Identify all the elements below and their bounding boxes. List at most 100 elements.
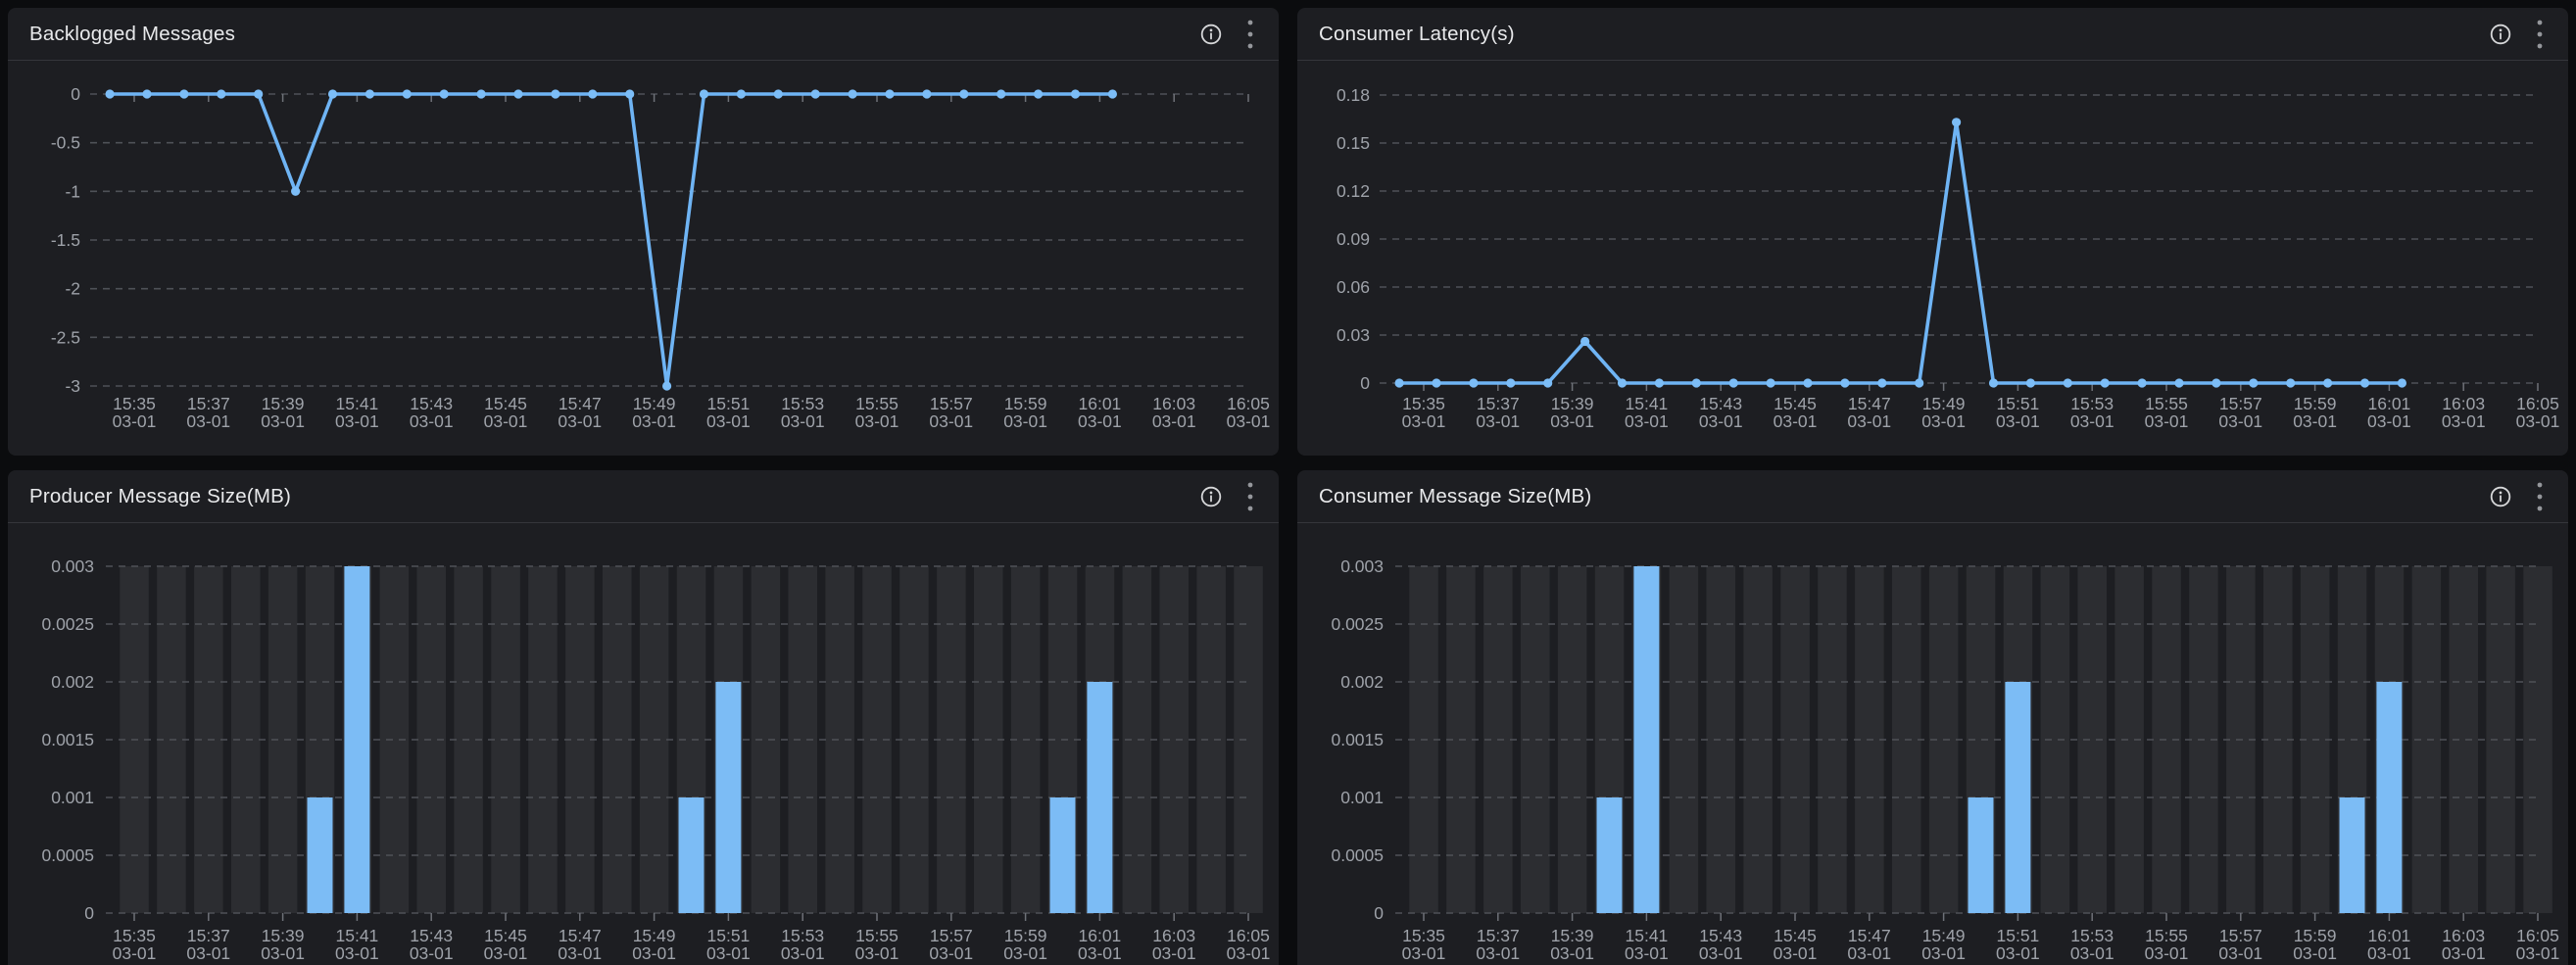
svg-text:03-01: 03-01 [484,411,528,431]
svg-text:15:35: 15:35 [1402,394,1445,413]
svg-text:0.001: 0.001 [51,788,94,807]
svg-text:03-01: 03-01 [1996,411,2040,431]
svg-text:15:45: 15:45 [1774,926,1817,945]
kebab-menu-icon[interactable] [2527,22,2552,47]
svg-text:15:39: 15:39 [262,394,305,413]
svg-text:15:43: 15:43 [1699,926,1742,945]
svg-text:03-01: 03-01 [261,943,305,963]
panel-header: Backlogged Messages [8,8,1279,61]
svg-text:15:59: 15:59 [2294,926,2337,945]
svg-text:15:39: 15:39 [1551,394,1594,413]
svg-text:16:05: 16:05 [2516,394,2559,413]
svg-text:03-01: 03-01 [855,411,899,431]
panel-header-actions [1198,22,1263,47]
svg-text:03-01: 03-01 [1078,411,1122,431]
svg-text:03-01: 03-01 [1003,411,1047,431]
svg-text:03-01: 03-01 [1699,943,1743,963]
svg-text:0.18: 0.18 [1337,85,1370,105]
svg-text:03-01: 03-01 [113,411,157,431]
chart-backlogged-messages[interactable]: 0-0.5-1-1.5-2-2.5-315:3503-0115:3703-011… [8,62,1279,456]
svg-text:03-01: 03-01 [1476,943,1520,963]
svg-text:03-01: 03-01 [1774,943,1818,963]
svg-text:0.002: 0.002 [1340,672,1384,692]
svg-text:03-01: 03-01 [781,411,825,431]
svg-text:03-01: 03-01 [1152,411,1196,431]
svg-text:03-01: 03-01 [1921,411,1966,431]
svg-text:03-01: 03-01 [2145,411,2189,431]
info-icon[interactable] [1198,22,1224,47]
svg-text:15:55: 15:55 [855,394,899,413]
svg-text:16:01: 16:01 [2368,394,2411,413]
svg-text:0.003: 0.003 [51,556,94,576]
svg-text:03-01: 03-01 [261,411,305,431]
svg-text:0.0025: 0.0025 [1331,614,1384,634]
svg-text:15:41: 15:41 [1626,394,1669,413]
panel-producer-message-size: Producer Message Size(MB) 0.0030.00250.0… [8,470,1279,965]
info-icon[interactable] [2488,22,2513,47]
panel-header: Consumer Latency(s) [1297,8,2568,61]
svg-text:-1: -1 [65,181,80,201]
svg-text:03-01: 03-01 [1774,411,1818,431]
svg-text:15:41: 15:41 [1626,926,1669,945]
svg-text:03-01: 03-01 [1402,411,1446,431]
svg-text:15:51: 15:51 [707,926,751,945]
svg-text:03-01: 03-01 [2367,943,2411,963]
svg-text:03-01: 03-01 [1152,943,1196,963]
chart-consumer-message-size[interactable]: 0.0030.00250.0020.00150.0010.0005015:350… [1297,524,2568,965]
chart-producer-message-size[interactable]: 0.0030.00250.0020.00150.0010.0005015:350… [8,524,1279,965]
svg-text:03-01: 03-01 [558,943,602,963]
info-icon[interactable] [1198,484,1224,509]
svg-text:-1.5: -1.5 [51,230,80,250]
svg-text:03-01: 03-01 [2218,411,2262,431]
svg-text:15:57: 15:57 [2219,926,2262,945]
panel-title: Backlogged Messages [29,23,1198,46]
svg-text:0.0015: 0.0015 [1331,730,1384,749]
kebab-menu-icon[interactable] [1238,22,1263,47]
svg-text:03-01: 03-01 [1847,943,1891,963]
svg-text:15:47: 15:47 [1848,394,1891,413]
svg-text:0.002: 0.002 [51,672,94,692]
svg-text:03-01: 03-01 [2442,411,2486,431]
svg-text:15:45: 15:45 [484,394,527,413]
svg-text:03-01: 03-01 [706,943,751,963]
svg-text:16:01: 16:01 [1079,394,1122,413]
svg-text:16:05: 16:05 [1227,394,1270,413]
svg-text:03-01: 03-01 [335,411,379,431]
svg-text:03-01: 03-01 [2070,411,2114,431]
svg-text:15:35: 15:35 [1402,926,1445,945]
svg-text:15:53: 15:53 [781,394,824,413]
svg-text:03-01: 03-01 [1550,411,1594,431]
svg-text:03-01: 03-01 [1402,943,1446,963]
svg-text:03-01: 03-01 [2218,943,2262,963]
svg-text:03-01: 03-01 [2516,943,2560,963]
svg-text:15:51: 15:51 [1997,394,2040,413]
svg-text:03-01: 03-01 [781,943,825,963]
panel-backlogged-messages: Backlogged Messages 0-0.5-1-1.5-2-2.5-31… [8,8,1279,456]
svg-text:03-01: 03-01 [335,943,379,963]
svg-text:03-01: 03-01 [632,411,676,431]
svg-text:03-01: 03-01 [113,943,157,963]
svg-text:15:39: 15:39 [262,926,305,945]
svg-text:15:35: 15:35 [113,926,156,945]
chart-consumer-latency[interactable]: 0.180.150.120.090.060.03015:3503-0115:37… [1297,62,2568,456]
svg-text:-3: -3 [65,376,80,396]
svg-text:0.12: 0.12 [1337,181,1370,201]
svg-text:03-01: 03-01 [186,411,230,431]
svg-text:16:03: 16:03 [2442,394,2485,413]
info-icon[interactable] [2488,484,2513,509]
svg-text:15:41: 15:41 [336,394,379,413]
svg-text:15:59: 15:59 [1004,394,1047,413]
svg-text:15:47: 15:47 [559,926,602,945]
svg-text:15:55: 15:55 [2145,926,2188,945]
panel-header: Consumer Message Size(MB) [1297,470,2568,523]
svg-text:03-01: 03-01 [186,943,230,963]
kebab-menu-icon[interactable] [2527,484,2552,509]
svg-text:0.003: 0.003 [1340,556,1384,576]
panel-header-actions [2488,22,2552,47]
svg-text:15:57: 15:57 [930,926,973,945]
svg-text:0.001: 0.001 [1340,788,1384,807]
svg-text:15:37: 15:37 [187,394,230,413]
svg-text:03-01: 03-01 [1996,943,2040,963]
kebab-menu-icon[interactable] [1238,484,1263,509]
svg-text:15:39: 15:39 [1551,926,1594,945]
